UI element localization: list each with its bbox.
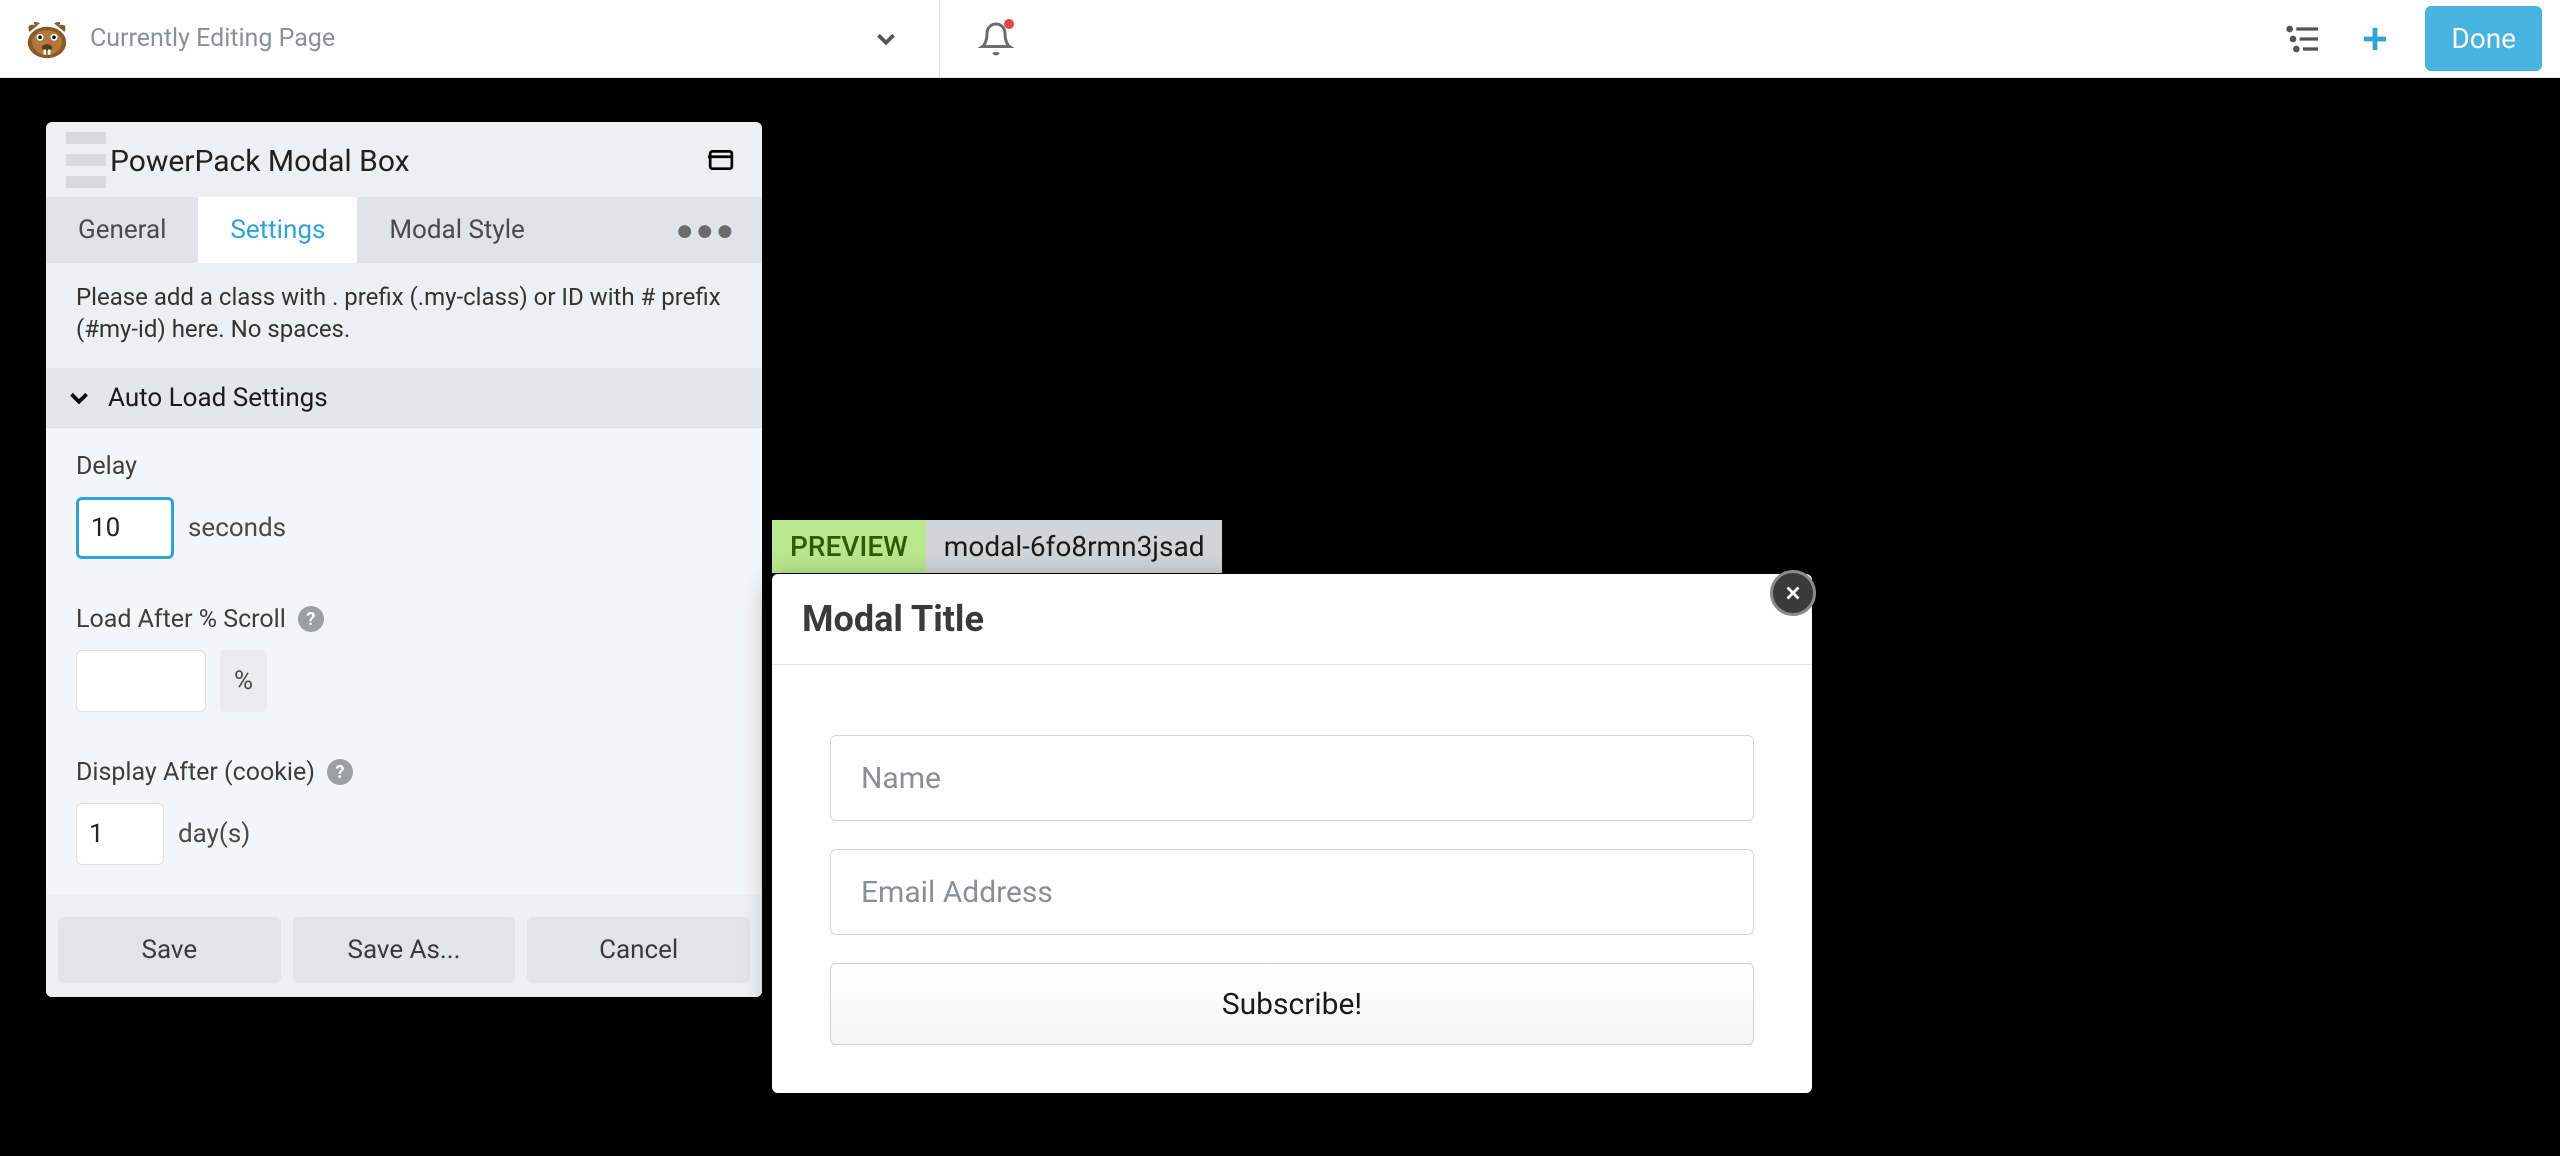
modal-body: Subscribe!: [772, 665, 1812, 1093]
add-button[interactable]: [2353, 17, 2397, 61]
scroll-input[interactable]: [76, 650, 206, 712]
close-icon: [1782, 582, 1804, 604]
panel-tabs: General Settings Modal Style ●●●: [46, 197, 762, 263]
cookie-unit: day(s): [178, 819, 250, 849]
preview-badge: PREVIEW: [772, 520, 926, 573]
scroll-field-row: %: [76, 650, 734, 712]
save-button[interactable]: Save: [58, 917, 281, 983]
settings-panel: PowerPack Modal Box General Settings Mod…: [46, 122, 762, 997]
tab-general[interactable]: General: [46, 197, 198, 263]
save-as-button[interactable]: Save As...: [293, 917, 516, 983]
cookie-label: Display After (cookie): [76, 758, 315, 787]
page-title: Currently Editing Page: [90, 24, 335, 53]
section-content: Delay seconds Load After % Scroll ? % Di…: [46, 428, 762, 895]
tab-modal-style[interactable]: Modal Style: [357, 197, 556, 263]
panel-title: PowerPack Modal Box: [110, 144, 410, 179]
chevron-down-icon[interactable]: [869, 22, 903, 56]
notifications-button[interactable]: [976, 19, 1016, 59]
modal-preview: Modal Title Subscribe!: [772, 574, 1812, 1093]
modal-header: Modal Title: [772, 574, 1812, 665]
preview-modal-id: modal-6fo8rmn3jsad: [926, 520, 1223, 573]
delay-label: Delay: [76, 452, 734, 481]
tab-settings[interactable]: Settings: [198, 197, 357, 263]
delay-unit: seconds: [188, 513, 286, 543]
section-header-auto-load[interactable]: Auto Load Settings: [46, 369, 762, 428]
panel-header: PowerPack Modal Box: [46, 122, 762, 197]
outline-panel-icon[interactable]: [2281, 17, 2325, 61]
preview-tag: PREVIEW modal-6fo8rmn3jsad: [772, 520, 1812, 572]
panel-footer: Save Save As... Cancel: [46, 903, 762, 997]
expand-panel-icon[interactable]: [708, 149, 734, 175]
help-icon[interactable]: ?: [327, 759, 353, 785]
email-input[interactable]: [830, 849, 1754, 935]
delay-input[interactable]: [76, 497, 174, 559]
page-title-block: Currently Editing Page: [90, 0, 335, 78]
topbar-left: Currently Editing Page: [18, 0, 1016, 78]
scroll-label-row: Load After % Scroll ?: [76, 605, 734, 634]
name-input[interactable]: [830, 735, 1754, 821]
chevron-down-icon: [64, 383, 94, 413]
divider: [939, 0, 940, 78]
preview-wrap: PREVIEW modal-6fo8rmn3jsad Modal Title S…: [772, 520, 1812, 1093]
delay-field-row: seconds: [76, 497, 734, 559]
cookie-input[interactable]: [76, 803, 164, 865]
modal-title: Modal Title: [802, 598, 984, 640]
help-text: Please add a class with . prefix (.my-cl…: [46, 263, 762, 369]
notification-dot-icon: [1004, 19, 1014, 29]
scroll-unit: %: [220, 650, 267, 712]
subscribe-button[interactable]: Subscribe!: [830, 963, 1754, 1045]
done-button[interactable]: Done: [2425, 6, 2542, 71]
cancel-button[interactable]: Cancel: [527, 917, 750, 983]
modal-close-button[interactable]: [1770, 570, 1816, 616]
cookie-field-row: day(s): [76, 803, 734, 865]
cookie-label-row: Display After (cookie) ?: [76, 758, 734, 787]
tab-more-icon[interactable]: ●●●: [650, 213, 762, 248]
topbar-right: Done: [2281, 6, 2542, 71]
scroll-label: Load After % Scroll: [76, 605, 286, 634]
panel-body[interactable]: Please add a class with . prefix (.my-cl…: [46, 263, 762, 903]
topbar: Currently Editing Page Done: [0, 0, 2560, 78]
section-title: Auto Load Settings: [108, 383, 328, 413]
beaver-logo-icon: [18, 10, 76, 68]
help-icon[interactable]: ?: [298, 606, 324, 632]
